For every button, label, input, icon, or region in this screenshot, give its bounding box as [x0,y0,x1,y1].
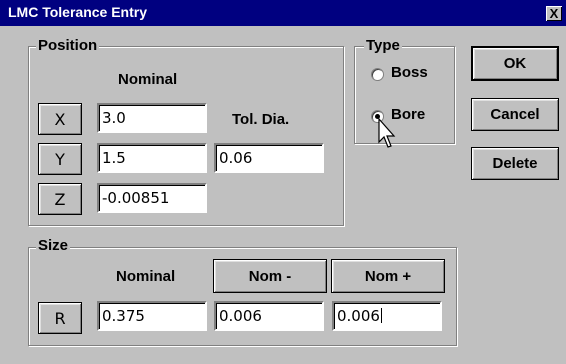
boss-radio-button[interactable] [371,68,384,81]
nom-plus-button[interactable]: Nom + [331,259,445,293]
r-nominal-field[interactable]: 0.375 [97,301,207,331]
position-legend: Position [36,37,100,54]
tol-dia-label: Tol. Dia. [232,111,290,128]
size-legend: Size [36,237,71,254]
close-icon[interactable]: X [546,6,562,21]
r-radius-button[interactable]: R [38,302,82,334]
tol-dia-field[interactable]: 0.06 [214,143,324,173]
nom-plus-field-text: 0.006 [337,307,380,325]
nom-minus-button[interactable]: Nom - [213,259,327,293]
title-bar: LMC Tolerance Entry X [0,0,566,26]
boss-radio-label[interactable]: Boss [391,64,428,81]
x-nominal-field[interactable]: 3.0 [97,103,207,133]
mouse-pointer-icon [378,118,396,148]
type-legend: Type [364,37,402,54]
delete-button[interactable]: Delete [471,147,559,180]
position-nominal-label: Nominal [118,71,178,88]
type-group [354,46,455,144]
x-axis-button[interactable]: X [38,103,82,135]
text-cursor [380,308,382,323]
size-nominal-label: Nominal [116,268,176,285]
nom-minus-field[interactable]: 0.006 [214,301,324,331]
y-nominal-field[interactable]: 1.5 [97,143,207,173]
y-axis-button[interactable]: Y [38,143,82,175]
nom-plus-field[interactable]: 0.006 [332,301,442,331]
ok-button[interactable]: OK [471,46,559,81]
z-nominal-field[interactable]: -0.00851 [97,183,207,213]
cancel-button[interactable]: Cancel [471,98,559,131]
window-title: LMC Tolerance Entry [8,4,147,20]
z-axis-button[interactable]: Z [38,183,82,215]
